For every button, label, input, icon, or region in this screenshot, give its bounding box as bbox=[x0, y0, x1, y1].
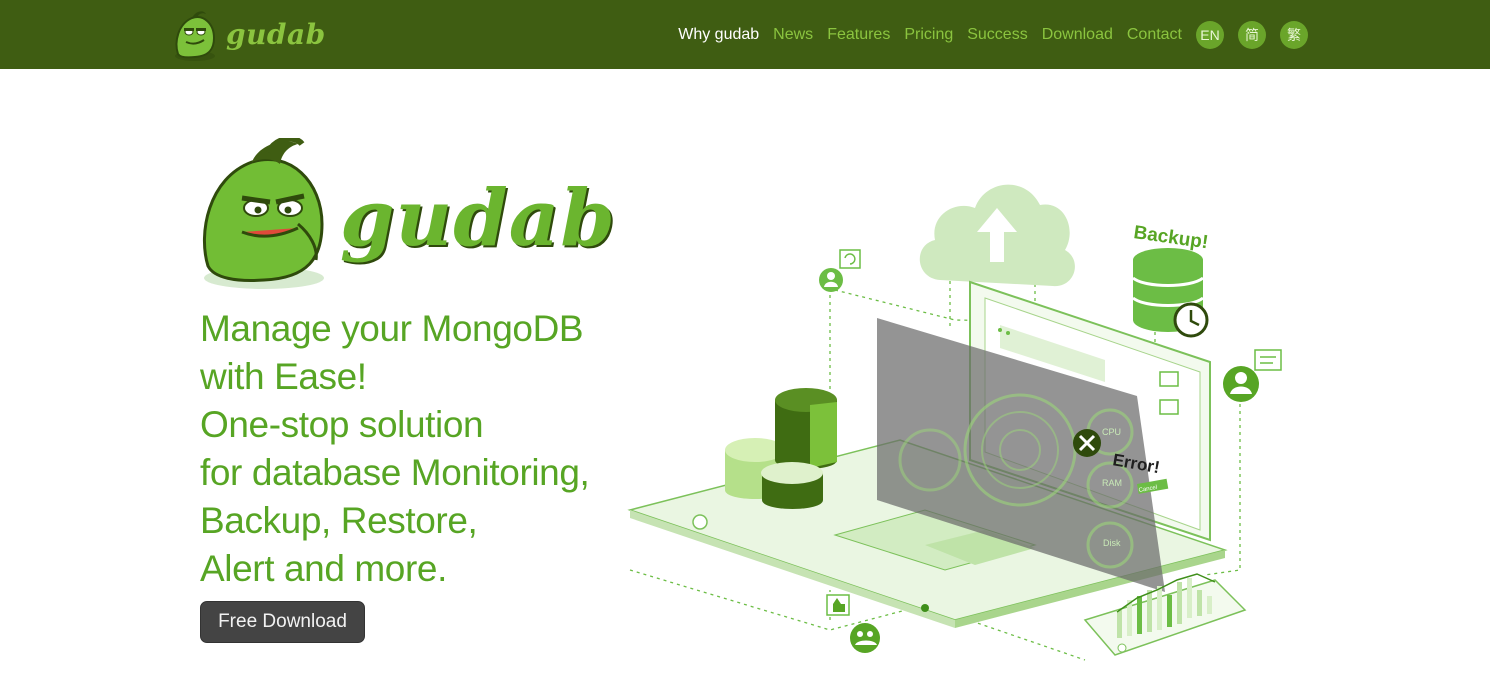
headline-line: for database Monitoring, bbox=[200, 452, 590, 493]
cpu-label: CPU bbox=[1102, 427, 1121, 437]
lang-en-button[interactable]: EN bbox=[1196, 20, 1224, 49]
hero-brand-name: gudab bbox=[340, 173, 616, 264]
headline-line: Backup, Restore, bbox=[200, 500, 478, 541]
mascot-logo-icon bbox=[175, 11, 216, 61]
lang-simplified-chinese-button[interactable]: 简 bbox=[1238, 20, 1266, 49]
hero-headline: Manage your MongoDB with Ease! One-stop … bbox=[200, 305, 640, 593]
group-icon bbox=[850, 623, 880, 653]
top-navbar: gudab Why gudab News Features Pricing Su… bbox=[0, 0, 1490, 69]
hero-illustration: CPU RAM Disk Error! Cancel Backup! bbox=[627, 184, 1282, 661]
nav-features[interactable]: Features bbox=[827, 26, 890, 44]
chat-icon bbox=[1254, 349, 1282, 371]
disk-label: Disk bbox=[1103, 538, 1121, 548]
user-icon bbox=[819, 268, 843, 292]
nav-success[interactable]: Success bbox=[967, 26, 1027, 44]
nav-news[interactable]: News bbox=[773, 26, 813, 44]
headline-line: One-stop solution bbox=[200, 404, 484, 445]
nav-contact[interactable]: Contact bbox=[1127, 26, 1182, 44]
headline-line: Manage your MongoDB bbox=[200, 308, 584, 349]
backup-database-icon: Backup! bbox=[1132, 222, 1209, 338]
lang-traditional-chinese-button[interactable]: 繁 bbox=[1280, 20, 1308, 49]
refresh-icon bbox=[839, 249, 861, 269]
main-nav: Why gudab News Features Pricing Success … bbox=[664, 0, 1308, 69]
headline-line: with Ease! bbox=[200, 356, 367, 397]
error-close-icon bbox=[1073, 429, 1101, 457]
ram-label: RAM bbox=[1102, 478, 1122, 488]
nav-pricing[interactable]: Pricing bbox=[904, 26, 953, 44]
thumbs-up-icon bbox=[826, 594, 850, 616]
user-icon bbox=[1223, 366, 1259, 402]
brand-logo-link[interactable]: gudab bbox=[170, 5, 326, 63]
free-download-button[interactable]: Free Download bbox=[200, 601, 365, 643]
headline-line: Alert and more. bbox=[200, 548, 447, 589]
cloud-upload-icon bbox=[919, 184, 1075, 287]
pie-chart-icon bbox=[725, 388, 837, 509]
nav-why-gudab[interactable]: Why gudab bbox=[678, 26, 759, 44]
nav-download[interactable]: Download bbox=[1042, 26, 1113, 44]
brand-name: gudab bbox=[226, 17, 326, 51]
